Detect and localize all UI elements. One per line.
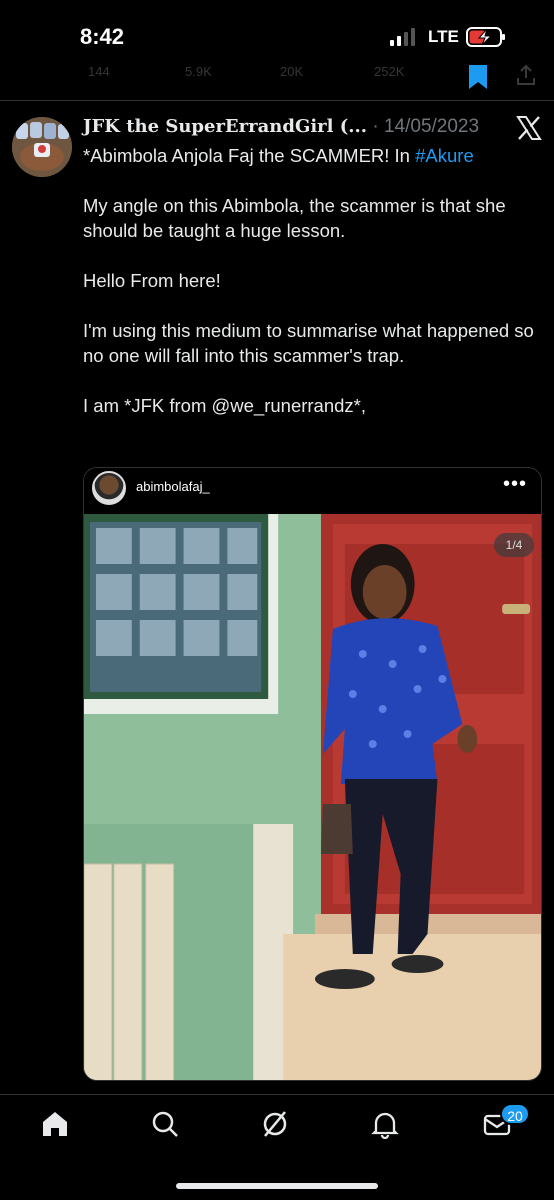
status-time: 8:42 [80,24,125,49]
tweet-paragraph: Hello From here! [83,270,221,291]
tweet-paragraph: I'm using this medium to summarise what … [83,320,534,366]
status-bar: 8:42 LTE [0,0,554,60]
notifications-icon[interactable] [370,1109,400,1139]
like-count[interactable]: 20K [280,64,303,79]
tweet-intro: *Abimbola Anjola Faj the SCAMMER! In [83,145,416,166]
messages-badge: 20 [500,1103,530,1125]
author-avatar[interactable] [12,117,72,177]
avatar-image [12,117,72,177]
x-logo-icon [516,116,542,140]
hashtag-link[interactable]: #Akure [415,145,474,166]
tweet-paragraph: My angle on this Abimbola, the scammer i… [83,195,506,241]
reply-count[interactable]: 144 [88,64,110,79]
divider [0,100,554,101]
more-icon: ••• [502,473,527,495]
tweet-text: *Abimbola Anjola Faj the SCAMMER! In #Ak… [83,143,538,418]
author-name[interactable]: JFK the SuperErrandGirl (... [83,116,367,137]
tweet-date[interactable]: 14/05/2023 [384,116,479,137]
signal-icon [390,28,418,46]
search-icon[interactable] [150,1109,180,1139]
network-type: LTE [428,27,459,46]
grok-icon[interactable] [260,1109,290,1139]
meta-separator: · [372,116,379,137]
view-count[interactable]: 252K [374,64,404,79]
share-icon[interactable] [516,64,536,86]
tweet-media[interactable]: abimbolafaj_ ••• 1/4 [83,467,542,1081]
bookmark-icon[interactable] [466,64,490,90]
media-counter: 1/4 [494,533,534,557]
ig-header: abimbolafaj_ ••• [84,468,541,514]
ig-username: abimbolafaj_ [136,479,210,494]
tweet-paragraph: I am *JFK from @we_runerrandz*, [83,395,367,416]
tweet-header: JFK the SuperErrandGirl (... · 14/05/202… [83,116,479,142]
repost-count[interactable]: 5.9K [185,64,212,79]
media-photo [84,514,541,1080]
ig-avatar [92,471,126,505]
tweet-title-line: *Abimbola Anjola Faj the SCAMMER! In #Ak… [83,143,538,168]
home-icon[interactable] [40,1109,70,1139]
home-indicator[interactable] [176,1183,378,1189]
battery-charging-icon [466,27,505,47]
